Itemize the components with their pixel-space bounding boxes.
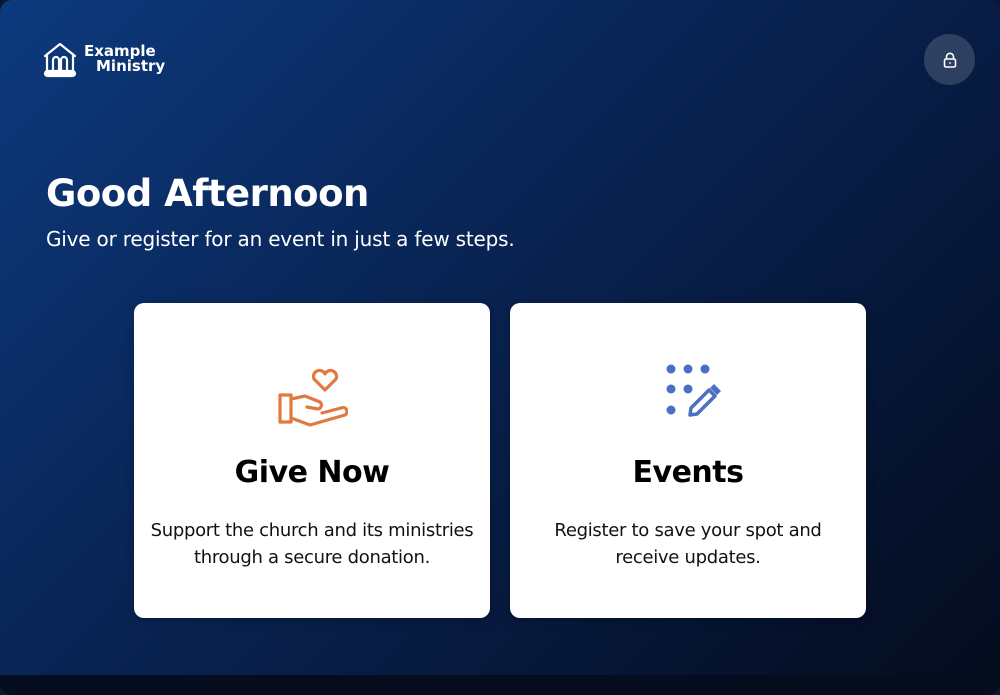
lock-icon <box>943 52 956 68</box>
logo-text: Example Ministry <box>84 44 165 74</box>
give-now-description-line1: Support the church and its ministries <box>150 520 474 541</box>
greeting-subtitle: Give or register for an event in just a … <box>46 227 515 251</box>
events-description-line1: Register to save your spot and <box>554 520 822 541</box>
logo-text-line2: Ministry <box>96 57 166 75</box>
give-now-description: Support the church and its ministries th… <box>144 517 480 571</box>
ministry-logo: Example Ministry <box>42 40 165 78</box>
heart-hand-icon <box>278 368 348 427</box>
give-now-card[interactable]: Give Now Support the church and its mini… <box>134 303 490 618</box>
lock-button[interactable] <box>924 34 975 85</box>
events-description-line2: receive updates. <box>615 547 761 568</box>
calendar-edit-icon <box>666 364 721 417</box>
give-now-description-line2: through a secure donation. <box>193 547 431 568</box>
home-screen: Example Ministry Good Afternoon Give or … <box>0 0 1000 695</box>
bottom-bar <box>0 675 1000 695</box>
church-icon <box>43 42 77 78</box>
give-now-title: Give Now <box>234 455 390 490</box>
events-title: Events <box>632 455 744 490</box>
events-card[interactable]: Events Register to save your spot and re… <box>510 303 866 618</box>
greeting-heading: Good Afternoon <box>46 172 369 215</box>
events-description: Register to save your spot and receive u… <box>520 517 856 571</box>
